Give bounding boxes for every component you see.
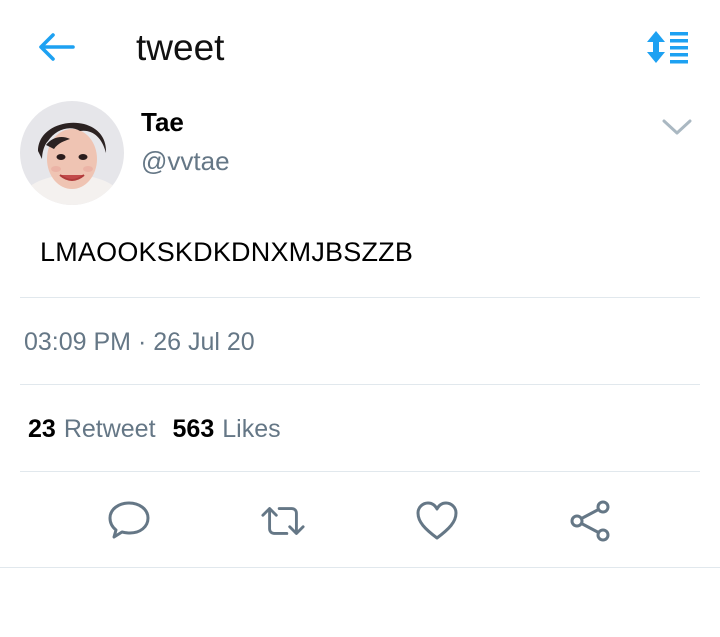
- sort-button[interactable]: [644, 28, 690, 66]
- tweet-timestamp: 03:09 PM · 26 Jul 20: [24, 328, 255, 356]
- like-stat[interactable]: 563 Likes: [173, 412, 281, 446]
- profile-photo: [20, 101, 124, 205]
- user-handle[interactable]: @vvtae: [141, 145, 230, 177]
- share-icon: [570, 500, 610, 542]
- arrow-left-icon: [39, 33, 75, 61]
- engagement-stats: 23 Retweet 563 Likes: [28, 412, 281, 446]
- like-label: Likes: [222, 415, 281, 443]
- back-button[interactable]: [36, 30, 76, 64]
- retweet-icon: [261, 507, 305, 535]
- reply-button[interactable]: [106, 498, 152, 544]
- heart-icon: [416, 501, 458, 540]
- display-name[interactable]: Tae: [141, 106, 184, 138]
- divider: [20, 471, 700, 472]
- retweet-button[interactable]: [260, 498, 306, 544]
- divider: [20, 297, 700, 298]
- sort-lines-icon: [647, 31, 688, 64]
- chevron-down-icon: [662, 119, 692, 135]
- avatar[interactable]: [20, 101, 124, 205]
- retweet-stat[interactable]: 23 Retweet: [28, 412, 156, 446]
- divider: [20, 384, 700, 385]
- tweet-text: LMAOOKSKDKDNXMJBSZZB: [40, 237, 414, 267]
- speech-bubble-icon: [108, 501, 150, 539]
- retweet-count: 23: [28, 415, 56, 443]
- tweet-options-button[interactable]: [658, 110, 696, 144]
- divider: [0, 567, 720, 568]
- page-title: tweet: [136, 27, 225, 68]
- like-count: 563: [172, 415, 215, 443]
- like-button[interactable]: [414, 498, 460, 544]
- retweet-label: Retweet: [63, 415, 156, 443]
- top-bar: tweet: [0, 0, 720, 96]
- share-button[interactable]: [567, 498, 613, 544]
